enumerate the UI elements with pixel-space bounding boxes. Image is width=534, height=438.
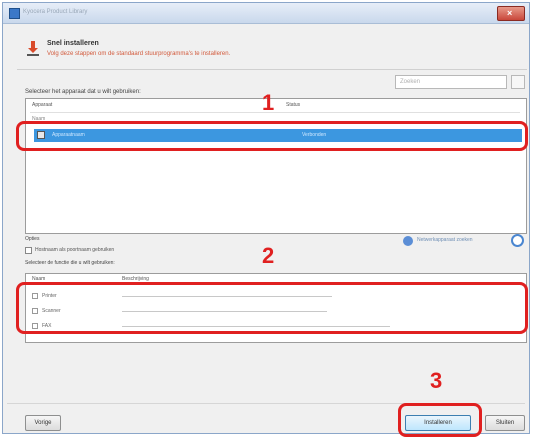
device-list-label: Selecteer het apparaat dat u wilt gebrui… — [25, 89, 141, 95]
search-network-device-button[interactable]: Netwerkapparaat zoeken — [403, 234, 507, 248]
close-icon: × — [507, 8, 513, 18]
installer-window: Kyocera Product Library × Snel installer… — [2, 2, 530, 434]
column-divider — [30, 112, 520, 113]
search-input[interactable]: Zoeken — [395, 75, 507, 89]
highlight-device-row — [16, 121, 528, 151]
refresh-button[interactable] — [511, 75, 525, 89]
page-subtitle: Volg deze stappen om de standaard stuurp… — [47, 51, 231, 57]
column-header-device[interactable]: Apparaat — [32, 102, 52, 108]
window-title: Kyocera Product Library — [23, 9, 88, 15]
highlight-install-button — [398, 403, 482, 437]
app-icon — [9, 8, 20, 19]
title-bar: Kyocera Product Library × — [3, 3, 529, 24]
close-window-button[interactable]: × — [497, 6, 525, 21]
network-search-icon — [403, 236, 413, 246]
options-label: Opties — [25, 236, 40, 242]
highlight-software-list — [16, 282, 528, 334]
search-network-device-label: Netwerkapparaat zoeken — [417, 237, 473, 243]
hostname-option[interactable]: Hostnaam als poortnaam gebruiken — [25, 246, 155, 256]
header-divider — [17, 69, 527, 70]
step-marker-3: 3 — [430, 368, 443, 393]
software-list-label: Selecteer de functie die u wilt gebruike… — [25, 260, 115, 266]
help-icon[interactable] — [511, 234, 524, 247]
step-marker-2: 2 — [262, 243, 275, 268]
close-button[interactable]: Sluiten — [485, 415, 525, 431]
device-list[interactable]: Apparaat Status Naam Apparaatnaam Verbon… — [25, 98, 527, 234]
column-header-status[interactable]: Status — [286, 102, 300, 108]
page-title: Snel installeren — [47, 40, 99, 47]
hostname-checkbox[interactable] — [25, 247, 32, 254]
download-icon — [27, 41, 39, 56]
back-button[interactable]: Vorige — [25, 415, 61, 431]
step-marker-1: 1 — [262, 90, 275, 115]
hostname-checkbox-label: Hostnaam als poortnaam gebruiken — [35, 247, 115, 253]
